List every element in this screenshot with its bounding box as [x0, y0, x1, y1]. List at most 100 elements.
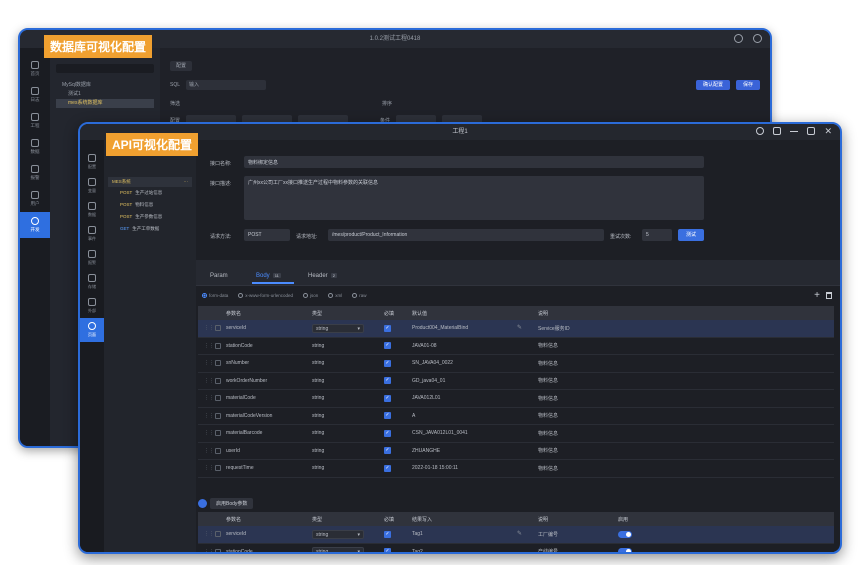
drag-handle-icon[interactable]: ⋮⋮: [198, 395, 214, 401]
row-checkbox[interactable]: [215, 430, 221, 437]
default-value[interactable]: Product004_MaterialBind: [412, 325, 468, 331]
drag-handle-icon[interactable]: ⋮⋮: [198, 549, 214, 552]
required-checkbox[interactable]: ✓: [384, 394, 391, 402]
table-row[interactable]: ⋮⋮ userId string ✓ ZHUANGHE 物料信息: [198, 442, 834, 460]
help-icon[interactable]: [734, 34, 743, 43]
close-icon[interactable]: ✕: [824, 127, 832, 136]
required-checkbox[interactable]: ✓: [384, 548, 391, 552]
desc-textarea[interactable]: 广州xx公司工厂xx接口推送生产过程中物料参数的关联信息: [244, 176, 704, 220]
default-value[interactable]: 2022-01-18 15:00:11: [412, 465, 458, 471]
back-sidebar-item-7[interactable]: 开发: [20, 212, 50, 238]
maximize-icon[interactable]: [807, 127, 816, 135]
radio-urlencoded[interactable]: x-www-form-urlencoded: [238, 293, 293, 298]
row-checkbox[interactable]: [215, 377, 221, 384]
tab-param[interactable]: Param: [210, 273, 228, 279]
row-checkbox[interactable]: [215, 447, 221, 454]
type-select[interactable]: string ▾: [312, 547, 364, 552]
drag-handle-icon[interactable]: ⋮⋮: [198, 413, 214, 419]
front-sidebar-item-7[interactable]: 外部: [80, 294, 104, 318]
default-value[interactable]: GD_java04_01: [412, 378, 445, 384]
add-icon[interactable]: +: [814, 290, 820, 301]
tab-header[interactable]: Header 2: [308, 273, 337, 279]
drag-handle-icon[interactable]: ⋮⋮: [198, 325, 214, 331]
back-sidebar-item-1[interactable]: 首页: [20, 56, 50, 82]
retry-stepper[interactable]: 5: [642, 229, 672, 241]
tree-item[interactable]: 测试1: [56, 90, 154, 99]
back-confirm-button[interactable]: 确认配置: [695, 80, 730, 90]
back-tree-search[interactable]: [56, 64, 154, 73]
front-sidebar-item-4[interactable]: 事件: [80, 222, 104, 246]
toggle-switch[interactable]: [198, 499, 207, 508]
required-checkbox[interactable]: ✓: [384, 359, 391, 367]
sql-select[interactable]: 输入: [186, 80, 267, 90]
tree-root[interactable]: MySql数据库: [56, 81, 154, 90]
edit-icon[interactable]: ✎: [517, 530, 522, 537]
help-icon[interactable]: [756, 127, 765, 135]
drag-handle-icon[interactable]: ⋮⋮: [198, 465, 214, 471]
radio-json[interactable]: json: [303, 293, 318, 298]
drag-handle-icon[interactable]: ⋮⋮: [198, 343, 214, 349]
api-tree-item[interactable]: GET 生产工单数据: [108, 223, 192, 235]
back-tab-config[interactable]: 配置: [170, 61, 193, 71]
table-row[interactable]: ⋮⋮ serviceId string ▾ ✓ Product004_MaterialBi…: [198, 320, 834, 338]
front-sidebar-item-2[interactable]: 变量: [80, 174, 104, 198]
api-tree-item[interactable]: POST 物料信息: [108, 199, 192, 211]
row-checkbox[interactable]: [215, 412, 221, 419]
table-row[interactable]: ⋮⋮ stationCode string ▾ ✓ Tag2 产线编号: [198, 543, 834, 552]
back-sidebar-item-3[interactable]: 工程: [20, 108, 50, 134]
required-checkbox[interactable]: ✓: [384, 530, 391, 538]
back-sidebar-item-2[interactable]: 日志: [20, 82, 50, 108]
radio-raw[interactable]: raw: [352, 293, 367, 298]
test-button[interactable]: 测试: [678, 229, 704, 241]
required-checkbox[interactable]: ✓: [384, 447, 391, 455]
method-select[interactable]: POST: [244, 229, 290, 241]
required-checkbox[interactable]: ✓: [384, 324, 391, 332]
api-tree-group[interactable]: MES系统 ···: [108, 177, 192, 187]
table-row[interactable]: ⋮⋮ stationCode string ✓ JAVA01-08 物料信息: [198, 337, 834, 355]
back-save-button[interactable]: 保存: [735, 80, 760, 90]
default-value[interactable]: A: [412, 413, 415, 419]
row-checkbox[interactable]: [215, 342, 221, 349]
table-row[interactable]: ⋮⋮ serviceId string ▾ ✓ Tag1 ✎ 工厂编号: [198, 526, 834, 544]
required-checkbox[interactable]: ✓: [384, 377, 391, 385]
type-select[interactable]: string ▾: [312, 323, 364, 333]
name-input[interactable]: 物料绑定信息: [244, 156, 704, 168]
default-value[interactable]: SN_JAVA04_0022: [412, 360, 453, 366]
api-tree-item[interactable]: POST 生产过站信息: [108, 187, 192, 199]
save-icon[interactable]: [773, 127, 782, 135]
table-row[interactable]: ⋮⋮ materialCode string ✓ JAVA012L01 物料信息: [198, 390, 834, 408]
table-row[interactable]: ⋮⋮ materialCodeVersion string ✓ A 物料信息: [198, 407, 834, 425]
table-row[interactable]: ⋮⋮ workOrderNumber string ✓ GD_java04_01 物料信息: [198, 372, 834, 390]
required-checkbox[interactable]: ✓: [384, 464, 391, 472]
front-sidebar-item-1[interactable]: 配置: [80, 150, 104, 174]
row-checkbox[interactable]: [215, 548, 221, 552]
row-checkbox[interactable]: [215, 360, 221, 367]
default-value[interactable]: JAVA012L01: [412, 395, 440, 401]
drag-handle-icon[interactable]: ⋮⋮: [198, 378, 214, 384]
trash-icon[interactable]: [826, 292, 832, 299]
front-sidebar-item-6[interactable]: 存储: [80, 270, 104, 294]
required-checkbox[interactable]: ✓: [384, 429, 391, 437]
front-sidebar-item-5[interactable]: 报警: [80, 246, 104, 270]
back-sidebar-item-5[interactable]: 报警: [20, 160, 50, 186]
result-write[interactable]: Tag2: [412, 549, 423, 552]
enable-toggle[interactable]: [618, 530, 632, 538]
row-checkbox[interactable]: [215, 395, 221, 402]
tab-body[interactable]: Body 11: [256, 273, 281, 279]
required-checkbox[interactable]: ✓: [384, 412, 391, 420]
url-input[interactable]: /mes/product/Product_Information: [328, 229, 604, 241]
edit-icon[interactable]: ✎: [517, 324, 522, 331]
drag-handle-icon[interactable]: ⋮⋮: [198, 360, 214, 366]
row-checkbox[interactable]: [215, 531, 221, 538]
back-sidebar-item-6[interactable]: 用户: [20, 186, 50, 212]
enable-body-toggle[interactable]: 启用Body参数: [198, 498, 254, 509]
settings-icon[interactable]: [753, 34, 762, 43]
more-icon[interactable]: ···: [184, 177, 189, 187]
table-row[interactable]: ⋮⋮ materialBarcode string ✓ CSN_JAVA012L01_0…: [198, 425, 834, 443]
default-value[interactable]: JAVA01-08: [412, 343, 437, 349]
default-value[interactable]: ZHUANGHE: [412, 448, 440, 454]
row-checkbox[interactable]: [215, 465, 221, 472]
front-sidebar-item-8[interactable]: 页面: [80, 318, 104, 342]
default-value[interactable]: CSN_JAVA012L01_0041: [412, 430, 468, 436]
front-sidebar-item-3[interactable]: 数据: [80, 198, 104, 222]
